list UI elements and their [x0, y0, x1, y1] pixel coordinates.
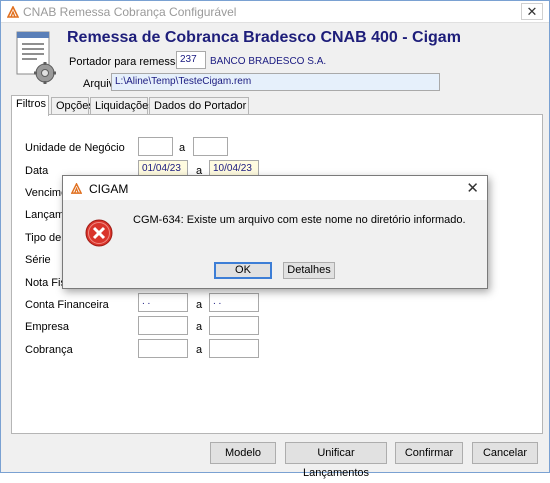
cigam-logo-icon — [7, 6, 19, 18]
conta-from-input[interactable]: . . — [138, 293, 188, 312]
dialog-body: CGM-634: Existe um arquivo com este nome… — [63, 200, 487, 288]
page-title: Remessa de Cobranca Bradesco CNAB 400 - … — [67, 29, 461, 46]
conta-to-input[interactable]: . . — [209, 293, 259, 312]
unificar-lancamentos-button[interactable]: Unificar Lançamentos — [285, 442, 387, 479]
window-close-button[interactable]: ✕ — [521, 3, 543, 20]
window-title: CNAB Remessa Cobrança Configurável — [23, 5, 237, 19]
tab-dados-portador[interactable]: Dados do Portador — [149, 97, 249, 115]
cobranca-label: Cobrança — [25, 344, 73, 356]
arquivo-input[interactable]: L:\Aline\Temp\TesteCigam.rem — [111, 73, 440, 91]
serie-label: Série — [25, 254, 51, 266]
cigam-logo-icon — [71, 183, 82, 194]
data-label: Data — [25, 165, 49, 177]
tab-opcoes[interactable]: Opções — [51, 97, 94, 115]
portador-name: BANCO BRADESCO S.A. — [210, 56, 327, 67]
title-bar: CNAB Remessa Cobrança Configurável ✕ — [1, 1, 549, 23]
unidade-to-input[interactable] — [193, 137, 228, 156]
unidade-label: Unidade de Negócio — [25, 142, 125, 154]
dialog-title: CIGAM — [89, 182, 129, 196]
unidade-from-input[interactable] — [138, 137, 173, 156]
dialog-title-bar: CIGAM ✕ — [63, 176, 487, 200]
cobranca-to-input[interactable] — [209, 339, 259, 358]
portador-label: Portador para remessa — [69, 56, 182, 68]
ok-button[interactable]: OK — [214, 262, 272, 279]
empresa-from-input[interactable] — [138, 316, 188, 335]
range-sep: a — [196, 299, 203, 311]
range-sep: a — [179, 142, 186, 154]
cobranca-from-input[interactable] — [138, 339, 188, 358]
tab-liquidacoes[interactable]: Liquidações — [90, 97, 154, 115]
confirmar-button[interactable]: Confirmar — [395, 442, 463, 464]
range-sep: a — [196, 344, 203, 356]
cancelar-button[interactable]: Cancelar — [472, 442, 538, 464]
empresa-label: Empresa — [25, 321, 70, 333]
modelo-button[interactable]: Modelo — [210, 442, 276, 464]
tab-filtros[interactable]: Filtros — [11, 95, 49, 116]
empresa-to-input[interactable] — [209, 316, 259, 335]
conta-label: Conta Financeira — [25, 299, 109, 311]
error-dialog: CIGAM ✕ CGM-634: Existe um arquivo com e… — [62, 175, 488, 289]
document-gear-icon — [16, 31, 56, 84]
error-icon — [85, 219, 113, 247]
portador-code-input[interactable]: 237 — [176, 51, 206, 69]
range-sep: a — [196, 321, 203, 333]
dialog-close-button[interactable]: ✕ — [466, 179, 479, 197]
detalhes-button[interactable]: Detalhes — [283, 262, 335, 279]
dialog-message: CGM-634: Existe um arquivo com este nome… — [133, 214, 466, 226]
